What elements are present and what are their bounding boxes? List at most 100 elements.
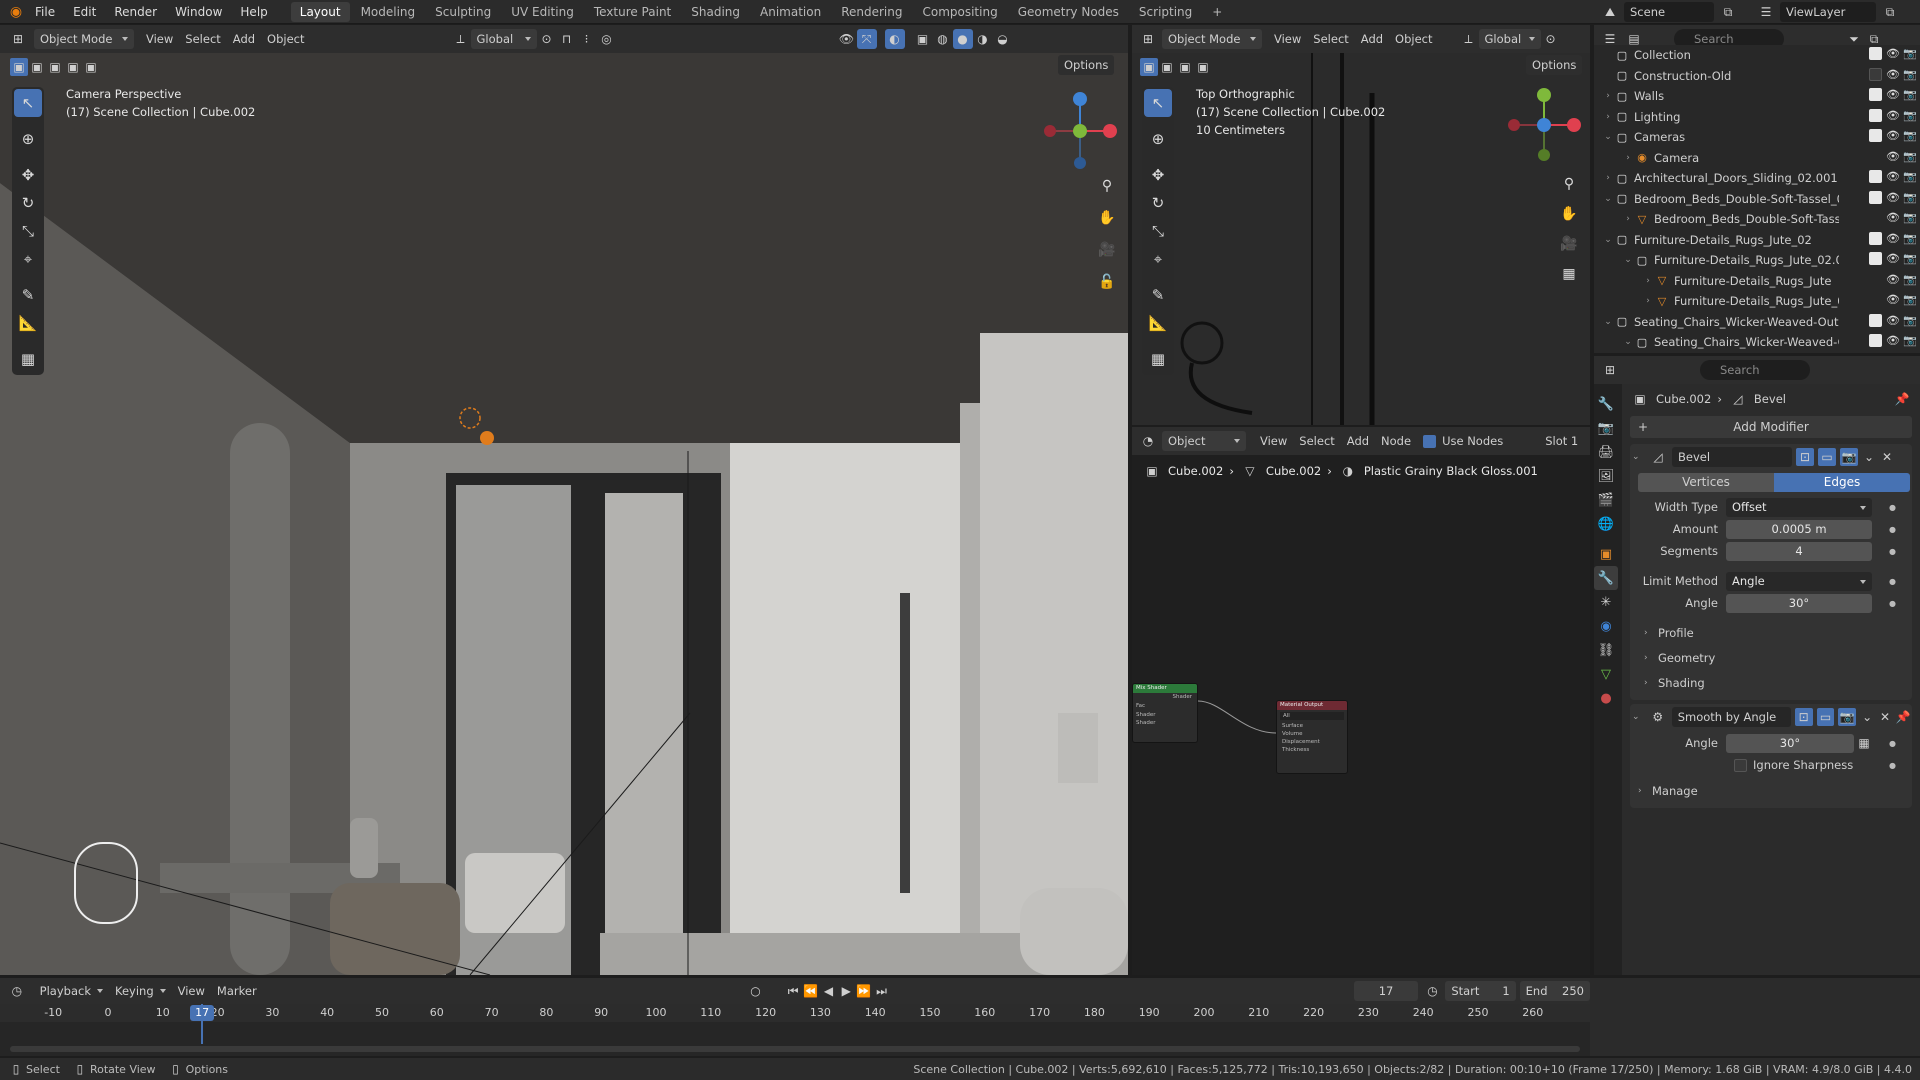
editor-type-icon[interactable]: ◔	[1138, 431, 1158, 451]
tab-compositing[interactable]: Compositing	[913, 2, 1006, 22]
exclude-checkbox[interactable]	[1869, 129, 1882, 142]
edit-mode-toggle-icon[interactable]: ⊡	[1796, 448, 1814, 466]
shading-wireframe-icon[interactable]: ◍	[933, 29, 953, 49]
render-camera-icon[interactable]: 📷	[1903, 129, 1917, 142]
expand-toggle-icon[interactable]: ›	[1622, 153, 1634, 163]
render-camera-icon[interactable]: 📷	[1903, 109, 1917, 122]
tab-layout[interactable]: Layout	[290, 1, 350, 22]
options-button[interactable]: Options	[1058, 55, 1115, 75]
visibility-eye-icon[interactable]: 👁	[1886, 191, 1900, 204]
menu-object[interactable]: Object	[1389, 29, 1438, 49]
outliner-row[interactable]: ⌄ ▢ Seating_Chairs_Wicker-Weaved-Outdo 👁 📷	[1602, 312, 1920, 333]
breadcrumb-mesh[interactable]: Cube.002	[1266, 462, 1321, 480]
outliner-row[interactable]: ⌄ ▢ Bedroom_Beds_Double-Soft-Tassel_01. 👁 📷	[1602, 189, 1920, 210]
tab-vertices[interactable]: Vertices	[1638, 472, 1774, 492]
tab-edges[interactable]: Edges	[1774, 472, 1910, 492]
render-camera-icon[interactable]: 📷	[1903, 47, 1917, 60]
mode-dropdown[interactable]: Object Mode	[1162, 29, 1262, 49]
select-subtract-mode-icon[interactable]: ▣	[1176, 58, 1194, 76]
axis-gizmo-icon[interactable]	[1504, 85, 1584, 165]
tab-shading[interactable]: Shading	[682, 2, 749, 22]
playhead[interactable]: 17	[190, 1004, 215, 1044]
expand-toggle-icon[interactable]: ⌄	[1602, 132, 1614, 142]
select-box-mode-icon[interactable]: ▣	[1140, 58, 1158, 76]
exclude-checkbox[interactable]	[1869, 170, 1882, 183]
transform-orientation-dropdown[interactable]: Global	[1478, 29, 1541, 49]
render-camera-icon[interactable]: 📷	[1903, 68, 1917, 81]
snap-target-icon[interactable]: ⁝	[577, 29, 597, 49]
outliner-row[interactable]: › ▽ Furniture-Details_Rugs_Jute 👁 📷	[1602, 271, 1920, 292]
menu-marker[interactable]: Marker	[211, 981, 263, 1001]
add-modifier-button[interactable]: + Add Modifier	[1630, 416, 1912, 438]
viewport-toggle-icon[interactable]: ▭	[1816, 708, 1835, 726]
menu-select[interactable]: Select	[1293, 431, 1340, 451]
outliner-row[interactable]: ▢ Construction-Old 👁 📷	[1602, 66, 1920, 87]
transform-orientation-icon[interactable]: ⟂	[1459, 29, 1479, 49]
shader-type-dropdown[interactable]: Object	[1162, 431, 1246, 451]
scale-tool-icon[interactable]: ⤡	[1144, 217, 1172, 245]
tab-uv-editing[interactable]: UV Editing	[502, 2, 583, 22]
measure-tool-icon[interactable]: 📐	[14, 309, 42, 337]
keyframe-dot-icon[interactable]: ●	[1889, 739, 1896, 748]
visibility-eye-icon[interactable]: 👁	[1886, 170, 1900, 183]
tab-texture-paint[interactable]: Texture Paint	[585, 2, 680, 22]
outliner-row[interactable]: ⌄ ▢ Furniture-Details_Rugs_Jute_02.001 👁 📷	[1602, 250, 1920, 271]
zoom-icon[interactable]: ⚲	[1094, 173, 1120, 199]
current-frame-field[interactable]: 17	[1354, 981, 1418, 1001]
expand-toggle-icon[interactable]: ›	[1622, 214, 1634, 224]
outliner-row[interactable]: ⌄ ▢ Seating_Chairs_Wicker-Weaved-Ou 👁 📷	[1602, 332, 1920, 353]
amount-field[interactable]: 0.0005 m	[1726, 519, 1872, 539]
select-tool-icon[interactable]: ↖	[1144, 89, 1172, 117]
render-camera-icon[interactable]: 📷	[1903, 150, 1917, 163]
use-nodes-checkbox[interactable]	[1423, 434, 1437, 448]
menu-edit[interactable]: Edit	[64, 0, 105, 24]
modifier-tab-icon[interactable]: 🔧	[1594, 566, 1618, 590]
keyframe-dot-icon[interactable]: ●	[1889, 525, 1896, 534]
keyframe-dot-icon[interactable]: ●	[1889, 761, 1896, 770]
navigation-gizmo[interactable]	[1504, 85, 1584, 165]
mix-shader-node[interactable]: Mix Shader Shader Fac Shader Shader	[1132, 683, 1198, 743]
collapse-chevron-icon[interactable]: ⌄	[1632, 452, 1644, 462]
pan-hand-icon[interactable]: ✋	[1556, 201, 1582, 227]
select-invert-mode-icon[interactable]: ▣	[1194, 58, 1212, 76]
view-layer-tab-icon[interactable]: 🖼	[1594, 464, 1618, 488]
outliner[interactable]: ▢ Collection 👁 📷 ▢ Construction-Old 👁 📷 › ▢ Walls 👁…	[1594, 45, 1920, 353]
menu-select[interactable]: Select	[1307, 29, 1354, 49]
smooth-angle-field[interactable]: 30°	[1726, 733, 1854, 753]
tab-rendering[interactable]: Rendering	[832, 2, 911, 22]
visibility-eye-icon[interactable]: 👁	[1886, 314, 1900, 327]
render-camera-icon[interactable]: 📷	[1903, 314, 1917, 327]
select-intersect-mode-icon[interactable]: ▣	[82, 58, 100, 76]
tab-scripting[interactable]: Scripting	[1130, 2, 1201, 22]
geometry-subpanel[interactable]: › Geometry	[1632, 647, 1910, 669]
outliner-row[interactable]: ⌄ ▢ Cameras 👁 📷	[1602, 127, 1920, 148]
object-tab-icon[interactable]: ▣	[1594, 542, 1618, 566]
expand-toggle-icon[interactable]: ›	[1602, 91, 1614, 101]
play-icon[interactable]: ▶	[837, 981, 855, 1001]
ignore-sharpness-checkbox[interactable]	[1734, 758, 1747, 772]
shading-material-icon[interactable]: ◑	[973, 29, 993, 49]
zoom-icon[interactable]: ⚲	[1556, 171, 1582, 197]
render-tab-icon[interactable]: 📷	[1594, 416, 1618, 440]
manage-subpanel[interactable]: › Manage	[1632, 780, 1910, 802]
expand-toggle-icon[interactable]: ⌄	[1602, 194, 1614, 204]
editor-type-icon[interactable]: ◷	[8, 981, 26, 1001]
menu-view[interactable]: View	[1268, 29, 1307, 49]
cursor-tool-icon[interactable]: ⊕	[14, 125, 42, 153]
visibility-eye-icon[interactable]: 👁	[1886, 232, 1900, 245]
pan-hand-icon[interactable]: ✋	[1094, 205, 1120, 231]
add-workspace-button[interactable]: +	[1203, 2, 1231, 22]
outliner-row[interactable]: › ▢ Lighting 👁 📷	[1602, 107, 1920, 128]
exclude-checkbox[interactable]	[1869, 88, 1882, 101]
material-tab-icon[interactable]: ●	[1594, 686, 1618, 710]
transform-orientation-dropdown[interactable]: Global	[470, 29, 537, 49]
viewport-toggle-icon[interactable]: ▭	[1818, 448, 1836, 466]
dropdown-chevron-icon[interactable]: ⌄	[1862, 447, 1876, 467]
particles-tab-icon[interactable]: ✳	[1594, 590, 1618, 614]
menu-view[interactable]: View	[172, 981, 211, 1001]
render-camera-icon[interactable]: 📷	[1903, 334, 1917, 347]
tool-tab-icon[interactable]: 🔧	[1594, 392, 1618, 416]
visibility-eye-icon[interactable]: 👁	[1886, 273, 1900, 286]
grid-view-icon[interactable]: ▦	[1556, 261, 1582, 287]
pivot-point-icon[interactable]: ⊙	[537, 29, 557, 49]
